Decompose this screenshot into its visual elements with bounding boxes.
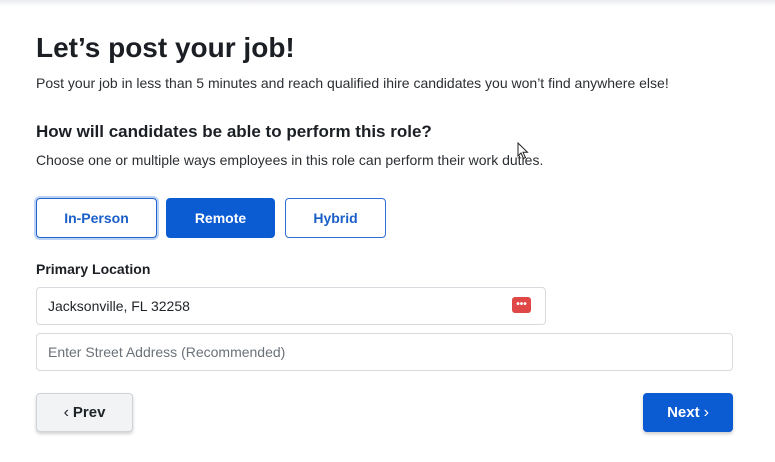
chevron-right-icon: ›: [703, 403, 709, 421]
street-address-input[interactable]: [36, 333, 733, 371]
chevron-left-icon: ‹: [63, 403, 69, 421]
hybrid-option-button[interactable]: Hybrid: [285, 198, 386, 238]
next-button[interactable]: Next ›: [643, 393, 733, 432]
prev-button-label: Prev: [72, 404, 106, 421]
in-person-option-button[interactable]: In-Person: [36, 198, 157, 238]
page-subtitle: Post your job in less than 5 minutes and…: [36, 75, 669, 91]
mouse-cursor-icon: [517, 142, 529, 160]
password-manager-icon[interactable]: •••: [512, 297, 531, 313]
primary-location-input[interactable]: [36, 287, 546, 325]
work-mode-helper: Choose one or multiple ways employees in…: [36, 152, 544, 168]
top-shadow: [0, 0, 775, 6]
page-title: Let’s post your job!: [36, 32, 295, 63]
work-mode-question: How will candidates be able to perform t…: [36, 122, 432, 141]
primary-location-label: Primary Location: [36, 261, 151, 277]
next-button-label: Next: [667, 404, 700, 421]
prev-button[interactable]: ‹ Prev: [36, 393, 133, 432]
remote-option-button[interactable]: Remote: [166, 198, 275, 238]
